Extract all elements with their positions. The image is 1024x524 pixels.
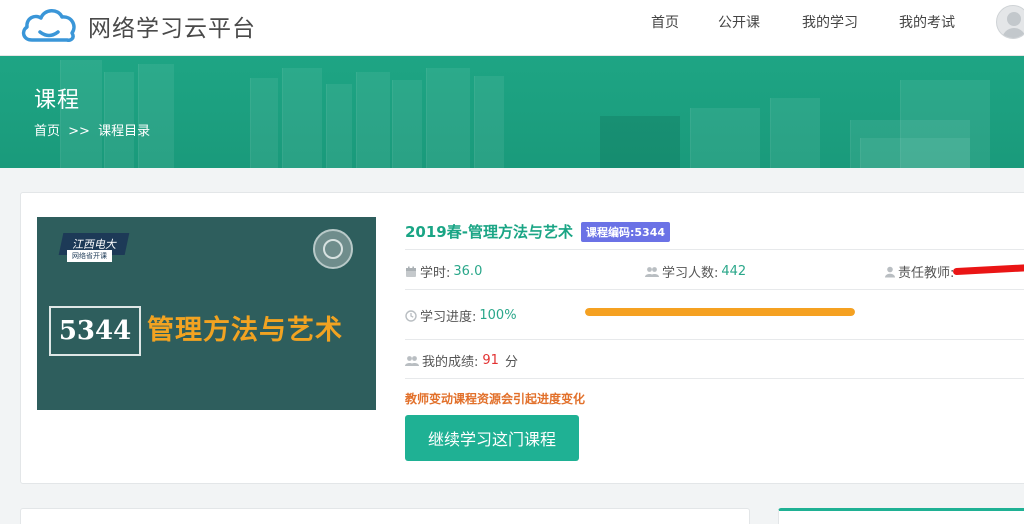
course-card: 江西电大 网络省开课 5344 管理方法与艺术 2019春-管理方法与艺术 课程… (20, 192, 1024, 484)
top-navigation-bar: 网络学习云平台 首页 公开课 我的学习 我的考试 (0, 0, 1024, 56)
school-seal-icon (313, 229, 353, 269)
divider (405, 339, 1024, 340)
progress-bar (585, 308, 855, 316)
nav-open-courses[interactable]: 公开课 (718, 0, 760, 44)
redaction-mark (952, 263, 1024, 276)
page-title: 课程 (34, 88, 81, 113)
banner-decor-book (426, 68, 470, 168)
score-label: 我的成绩: (422, 355, 479, 370)
course-title: 2019春-管理方法与艺术 (405, 223, 573, 241)
course-hours-label: 学时: (420, 266, 451, 281)
banner-decor-book (326, 84, 352, 168)
banner-decor-book (356, 72, 390, 168)
course-code-badge: 课程编码:5344 (581, 222, 671, 242)
responsible-teacher: 责任教师: (885, 262, 954, 281)
score-value: 91 (482, 353, 499, 368)
banner-decor-book (690, 108, 760, 168)
banner-decor-book (282, 68, 322, 168)
course-cover-image[interactable]: 江西电大 网络省开课 5344 管理方法与艺术 (37, 217, 376, 410)
clock-icon (405, 309, 417, 322)
learning-progress: 学习进度: 100% (405, 306, 517, 325)
continue-learning-button[interactable]: 继续学习这门课程 (405, 415, 579, 461)
cover-school-subtag: 网络省开课 (67, 250, 112, 262)
page-banner: 课程 首页 >> 课程目录 (0, 56, 1024, 168)
progress-label: 学习进度: (420, 310, 477, 325)
divider (405, 249, 1024, 250)
avatar-head-shape (1007, 12, 1021, 26)
course-hours: 学时: 36.0 (405, 262, 482, 281)
progress-change-notice: 教师变动课程资源会引起进度变化 (405, 392, 586, 406)
breadcrumb-home-link[interactable]: 首页 (34, 124, 60, 139)
banner-decor-book (250, 78, 278, 168)
banner-decor-book (138, 64, 174, 168)
user-icon (885, 266, 895, 278)
banner-decor-book (392, 80, 422, 168)
seal-inner-ring (323, 239, 343, 259)
course-content-panel (20, 508, 750, 524)
student-count: 学习人数: 442 (645, 262, 746, 281)
users-icon (405, 355, 419, 367)
divider (405, 289, 1024, 290)
banner-decor-shadow (600, 116, 680, 168)
cover-course-code: 5344 (49, 306, 141, 356)
divider (405, 378, 1024, 379)
user-avatar[interactable] (996, 5, 1024, 39)
users-icon (645, 266, 659, 278)
nav-my-learning[interactable]: 我的学习 (802, 0, 858, 44)
progress-value: 100% (479, 308, 517, 323)
breadcrumb-separator: >> (68, 124, 90, 139)
my-score: 我的成绩: 91 分 (405, 351, 518, 370)
site-name: 网络学习云平台 (88, 16, 256, 42)
calendar-icon (405, 266, 417, 278)
banner-decor-book (474, 76, 504, 168)
cloud-icon (21, 9, 76, 42)
nav-my-exams[interactable]: 我的考试 (899, 0, 955, 44)
avatar-body-shape (1002, 28, 1024, 38)
breadcrumb-current[interactable]: 课程目录 (98, 124, 150, 139)
banner-decor-book (900, 80, 990, 168)
banner-decor-book (770, 98, 820, 168)
progress-bar-fill (585, 308, 855, 316)
teacher-label: 责任教师: (898, 266, 955, 281)
nav-home[interactable]: 首页 (651, 0, 679, 44)
course-hours-value: 36.0 (453, 264, 483, 279)
student-count-value: 442 (721, 264, 747, 279)
student-count-label: 学习人数: (662, 266, 719, 281)
course-info-panel: 2019春-管理方法与艺术 课程编码:5344 学时: 36.0 学习人数: 4… (405, 193, 1024, 485)
score-unit: 分 (504, 355, 518, 370)
breadcrumb: 首页 >> 课程目录 (34, 120, 150, 139)
cover-course-title: 管理方法与艺术 (147, 315, 343, 346)
side-panel (778, 508, 1024, 524)
banner-decor-book (60, 60, 102, 168)
site-logo[interactable]: 网络学习云平台 (18, 4, 256, 48)
